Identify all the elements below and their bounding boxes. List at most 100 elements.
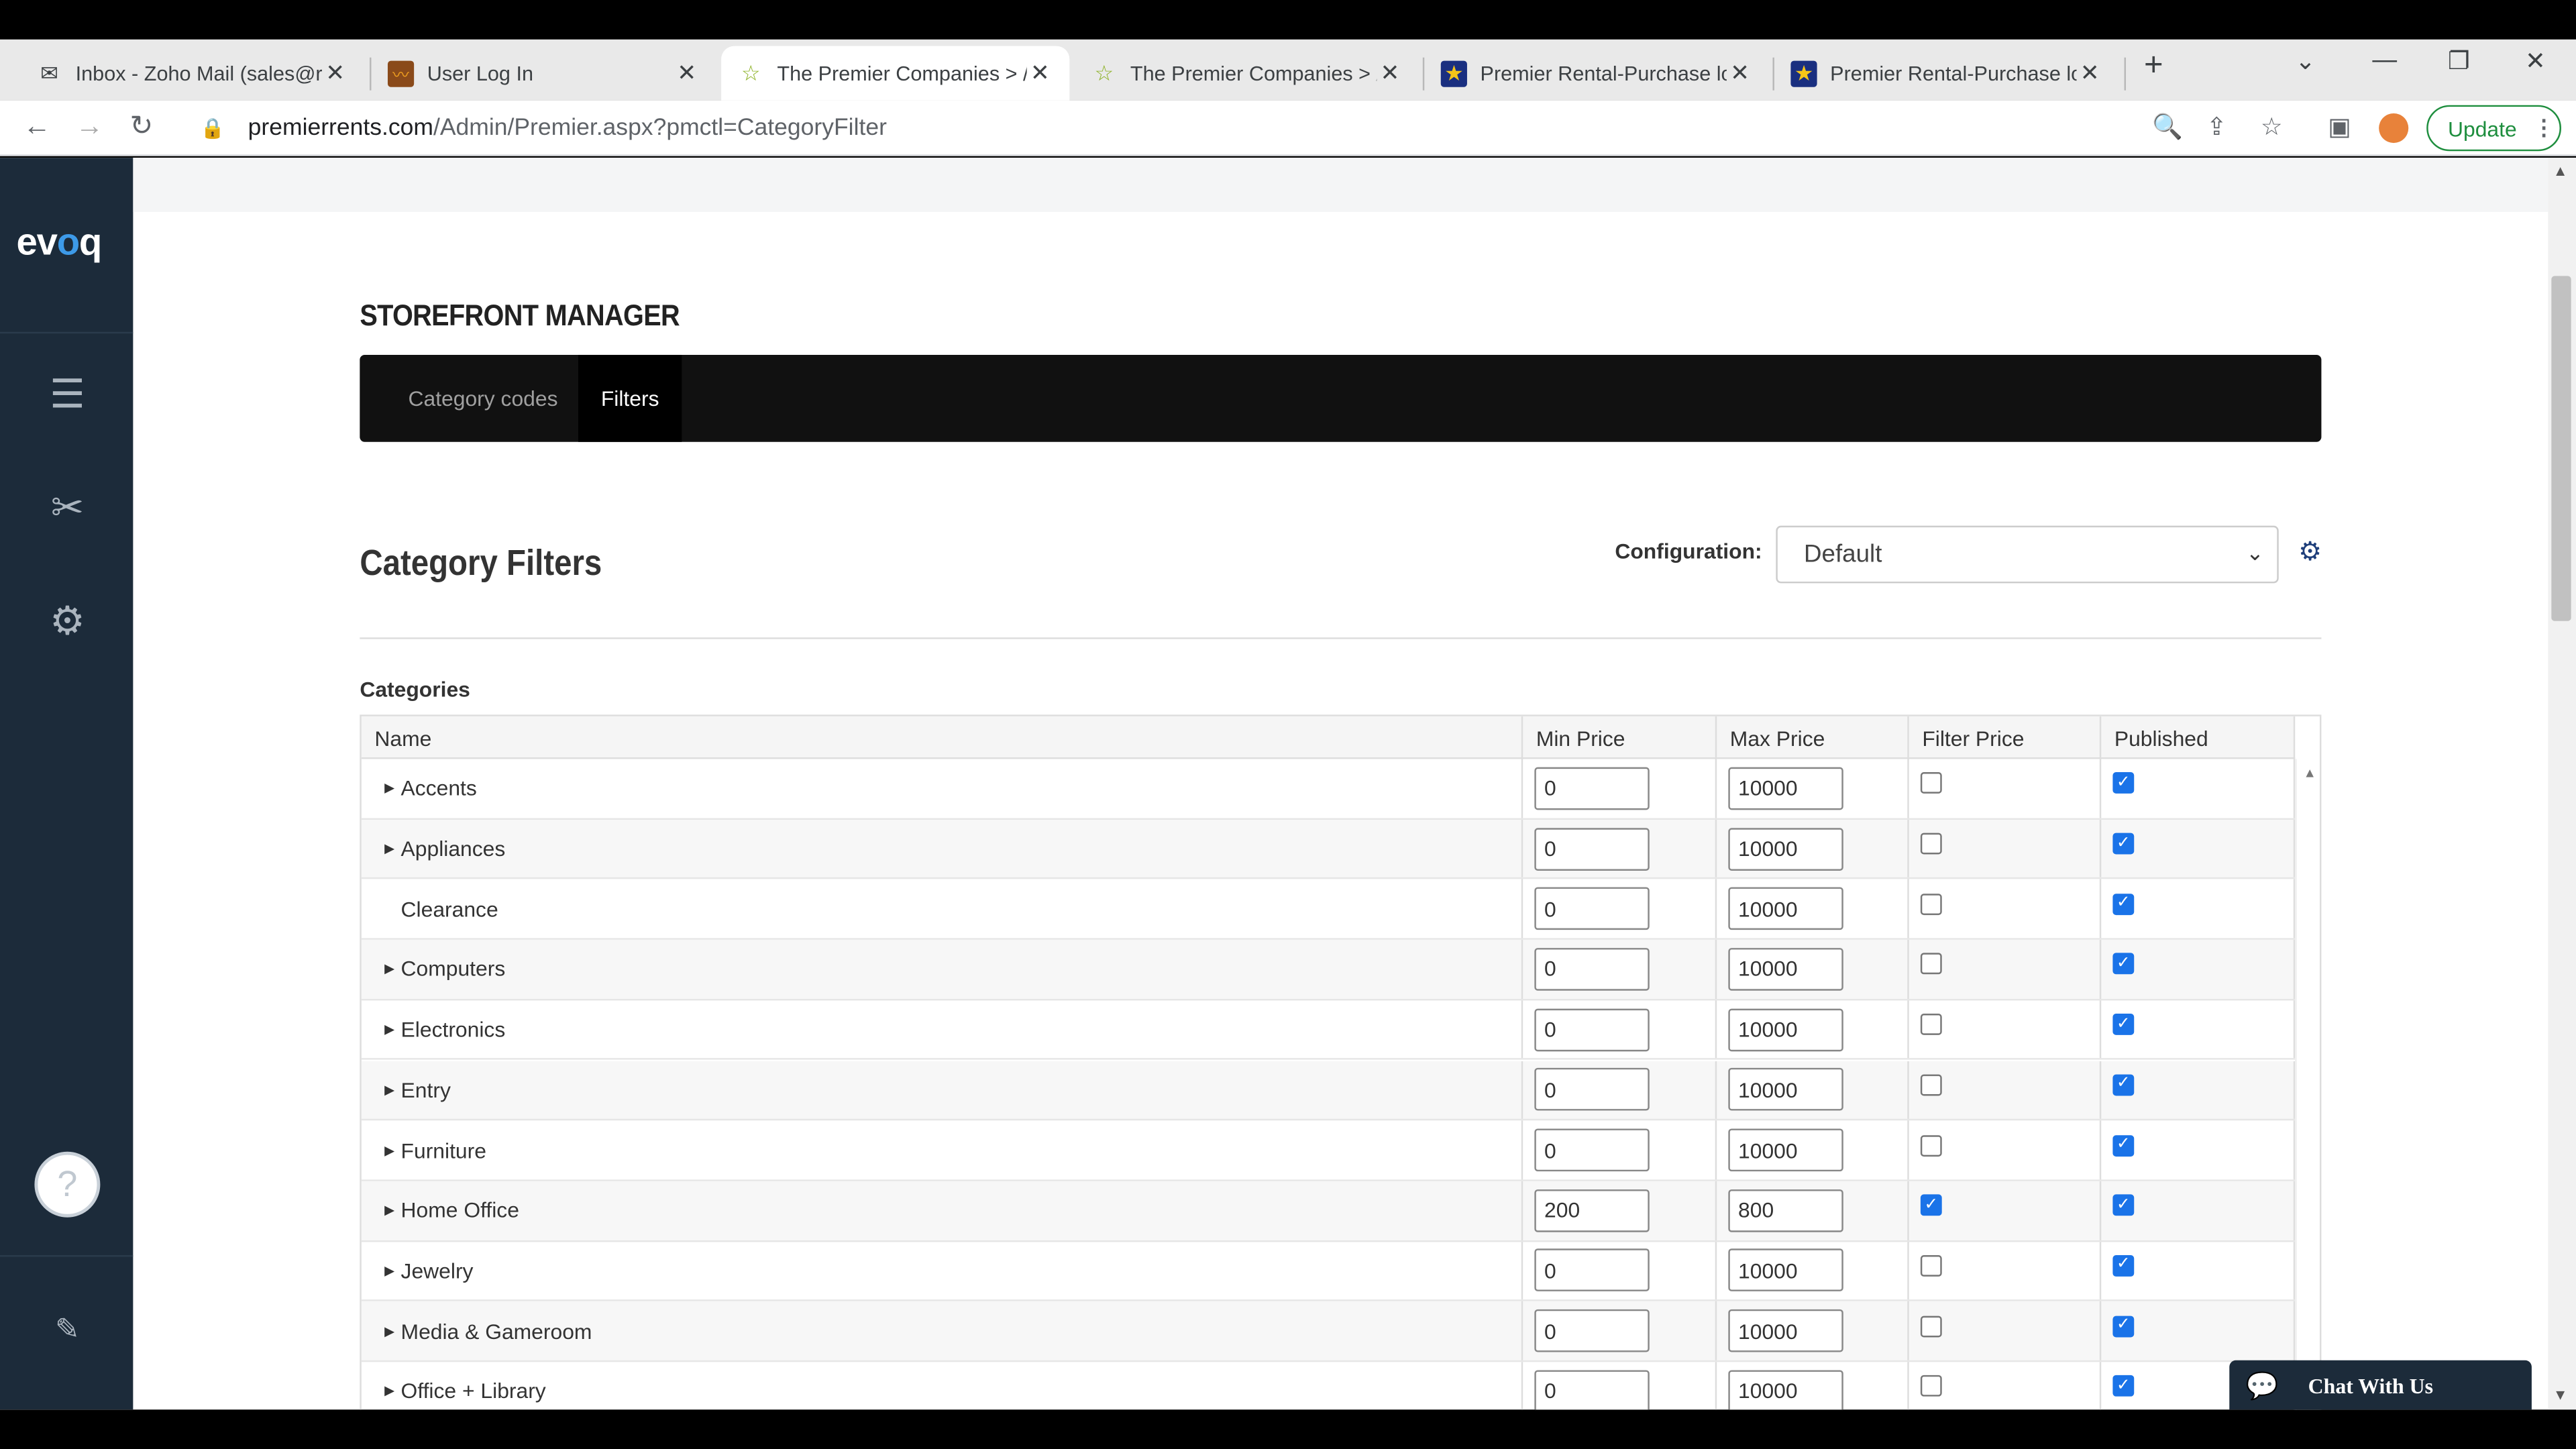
min-price-input[interactable]: 0 [1534,1249,1650,1292]
published-checkbox[interactable]: ✓ [2112,1315,2135,1337]
filter-price-checkbox[interactable] [1920,1375,1942,1397]
published-checkbox[interactable]: ✓ [2112,1254,2135,1277]
min-price-input[interactable]: 0 [1534,767,1650,810]
expand-triangle-icon[interactable]: ▶ [384,962,400,977]
close-tab-icon[interactable]: ✕ [674,59,700,87]
bookmark-star-icon[interactable]: ☆ [2261,112,2283,142]
grid-scrollbar[interactable]: ▲ [2295,759,2320,1410]
evoq-logo[interactable]: evoq [16,220,102,264]
close-tab-icon[interactable]: ✕ [2077,59,2103,87]
update-button[interactable]: Update ⋮ [2426,105,2561,152]
browser-tab[interactable]: 〰 User Log In ✕ [371,46,716,101]
content-list-icon[interactable]: ☰ [40,366,95,422]
new-tab-icon[interactable]: + [2144,48,2163,85]
close-tab-icon[interactable]: ✕ [322,59,348,87]
column-header-filter-price[interactable]: Filter Price [1909,716,2102,759]
forward-icon[interactable]: → [76,110,104,143]
side-panel-icon[interactable]: ▣ [2328,112,2351,142]
expand-triangle-icon[interactable]: ▶ [384,1384,400,1399]
tools-icon[interactable]: ✂ [40,480,95,535]
configuration-select[interactable]: Default ⌄ [1776,525,2279,584]
min-price-input[interactable]: 0 [1534,1068,1650,1112]
expand-triangle-icon[interactable]: ▶ [384,781,400,796]
published-checkbox[interactable]: ✓ [2112,1194,2135,1216]
column-header-max-price[interactable]: Max Price [1717,716,1909,759]
close-tab-icon[interactable]: ✕ [1027,59,1053,87]
expand-triangle-icon[interactable]: ▶ [384,1203,400,1218]
expand-triangle-icon[interactable]: ▶ [384,1142,400,1157]
max-price-input[interactable]: 10000 [1728,827,1843,870]
expand-triangle-icon[interactable]: ▶ [384,1022,400,1037]
browser-tab-active[interactable]: ☆ The Premier Companies > / ✕ [721,46,1070,101]
min-price-input[interactable]: 0 [1534,1128,1650,1172]
edit-pencil-icon[interactable]: ✎ [40,1301,95,1357]
restore-icon[interactable]: ❐ [2448,46,2470,76]
published-checkbox[interactable]: ✓ [2112,772,2135,794]
max-price-input[interactable]: 10000 [1728,767,1843,810]
min-price-input[interactable]: 200 [1534,1189,1650,1232]
minimize-icon[interactable]: — [2372,46,2397,74]
filter-price-checkbox[interactable] [1920,1014,1942,1036]
column-header-name[interactable]: Name [362,716,1523,759]
settings-gear-icon[interactable]: ⚙ [40,593,95,649]
max-price-input[interactable]: 10000 [1728,888,1843,930]
published-checkbox[interactable]: ✓ [2112,1014,2135,1036]
user-avatar[interactable]: ? [34,1151,101,1218]
published-checkbox[interactable]: ✓ [2112,1375,2135,1397]
filter-price-checkbox[interactable] [1920,1315,1942,1337]
kebab-menu-icon[interactable]: ⋮ [2533,115,2555,141]
share-icon[interactable]: ⇪ [2206,112,2227,142]
min-price-input[interactable]: 0 [1534,1370,1650,1410]
filter-price-checkbox[interactable] [1920,1134,1942,1156]
published-checkbox[interactable]: ✓ [2112,953,2135,975]
max-price-input[interactable]: 10000 [1728,1249,1843,1292]
expand-triangle-icon[interactable]: ▶ [384,1324,400,1338]
scroll-up-arrow-icon[interactable]: ▲ [2553,162,2568,178]
min-price-input[interactable]: 0 [1534,947,1650,991]
back-icon[interactable]: ← [23,110,51,143]
close-tab-icon[interactable]: ✕ [1377,59,1403,87]
max-price-input[interactable]: 10000 [1728,1370,1843,1410]
min-price-input[interactable]: 0 [1534,888,1650,930]
expand-triangle-icon[interactable]: ▶ [384,1263,400,1278]
browser-tab[interactable]: ✉ Inbox - Zoho Mail (sales@r ✕ [19,46,364,101]
max-price-input[interactable]: 10000 [1728,1068,1843,1112]
filter-price-checkbox[interactable] [1920,893,1942,915]
min-price-input[interactable]: 0 [1534,827,1650,870]
address-bar[interactable]: 🔒 premierrents.com/Admin/Premier.aspx?pm… [184,103,2303,152]
filter-price-checkbox[interactable] [1920,1254,1942,1277]
filter-price-checkbox[interactable] [1920,1074,1942,1096]
browser-tab[interactable]: ★ Premier Rental-Purchase lo ✕ [1774,46,2119,101]
filter-price-checkbox[interactable] [1920,772,1942,794]
published-checkbox[interactable]: ✓ [2112,1134,2135,1156]
chat-widget-button[interactable]: 💬 Chat With Us [2229,1360,2532,1410]
filter-price-checkbox[interactable]: ✓ [1920,1194,1942,1216]
published-checkbox[interactable]: ✓ [2112,893,2135,915]
expand-triangle-icon[interactable]: ▶ [384,1083,400,1097]
grid-scroll-up-icon[interactable]: ▲ [2303,765,2316,780]
filter-price-checkbox[interactable] [1920,833,1942,855]
column-header-published[interactable]: Published [2101,716,2296,759]
max-price-input[interactable]: 800 [1728,1189,1843,1232]
max-price-input[interactable]: 10000 [1728,1128,1843,1172]
reload-icon[interactable]: ↻ [129,110,153,143]
close-window-icon[interactable]: ✕ [2525,46,2546,76]
tab-filters[interactable]: Filters [578,354,682,442]
configuration-gear-icon[interactable]: ⚙ [2298,535,2322,568]
zoom-icon[interactable]: 🔍 [2152,112,2183,142]
max-price-input[interactable]: 10000 [1728,947,1843,991]
expand-triangle-icon[interactable]: ▶ [384,841,400,856]
max-price-input[interactable]: 10000 [1728,1008,1843,1051]
published-checkbox[interactable]: ✓ [2112,833,2135,855]
scroll-down-arrow-icon[interactable]: ▼ [2553,1387,2568,1403]
tab-category-codes[interactable]: Category codes [388,355,578,442]
browser-tab[interactable]: ☆ The Premier Companies > / ✕ [1075,46,1419,101]
tab-search-chevron-icon[interactable]: ⌄ [2295,46,2316,76]
min-price-input[interactable]: 0 [1534,1008,1650,1051]
published-checkbox[interactable]: ✓ [2112,1074,2135,1096]
browser-tab[interactable]: ★ Premier Rental-Purchase lo ✕ [1424,46,1769,101]
close-tab-icon[interactable]: ✕ [1727,59,1753,87]
min-price-input[interactable]: 0 [1534,1309,1650,1352]
profile-avatar[interactable] [2379,113,2409,144]
max-price-input[interactable]: 10000 [1728,1309,1843,1352]
